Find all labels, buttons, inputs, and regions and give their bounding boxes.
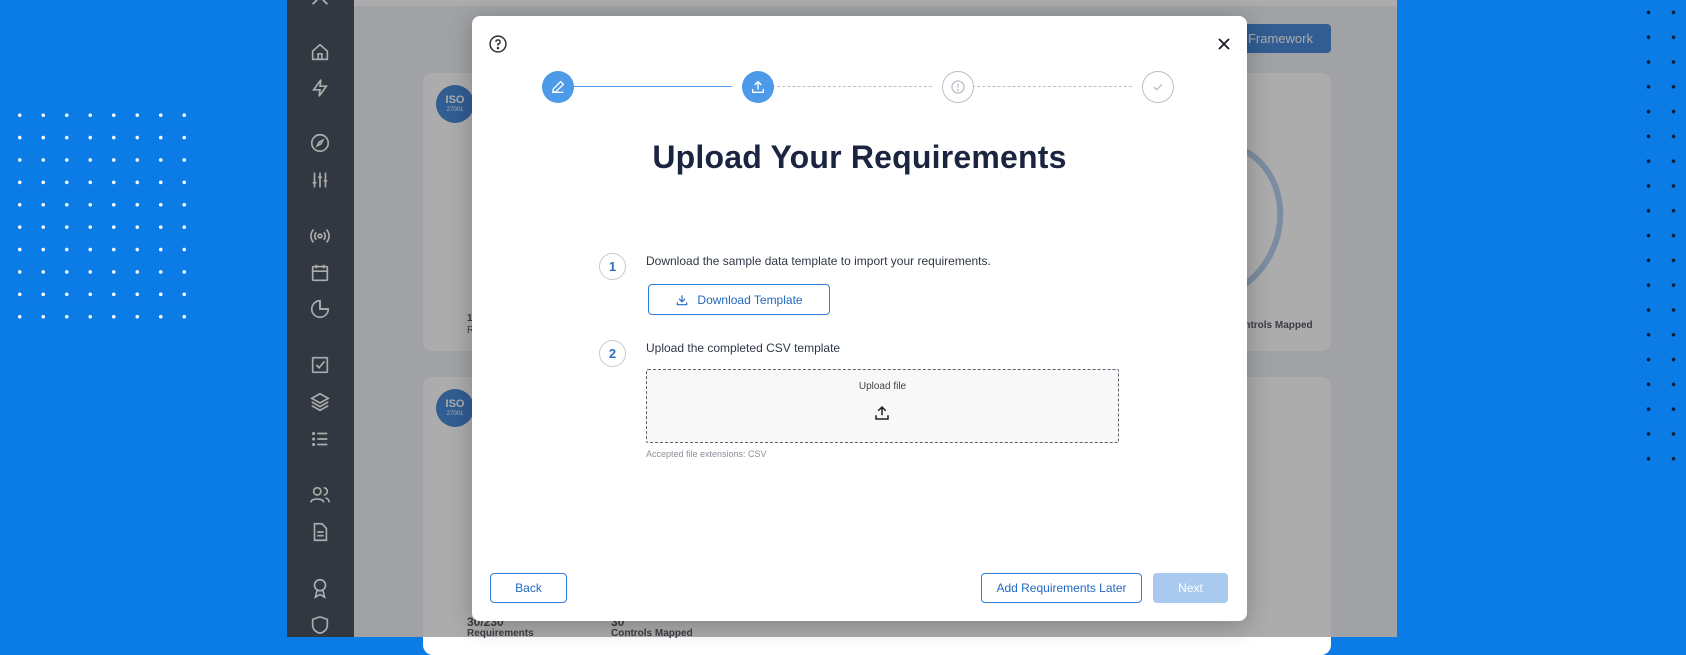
upload-file-label: Upload file <box>858 381 907 392</box>
step-number-2: 2 <box>599 340 626 367</box>
stepper-line-completed <box>562 86 732 87</box>
upload-requirements-modal: Upload Your Requirements 1 Download the … <box>472 16 1247 621</box>
download-instruction: Download the sample data template to imp… <box>646 254 991 268</box>
pencil-icon <box>551 80 565 94</box>
modal-title: Upload Your Requirements <box>652 139 1067 175</box>
help-icon[interactable] <box>488 34 508 54</box>
stepper-line-pending <box>762 86 932 87</box>
next-button[interactable]: Next <box>1153 573 1228 603</box>
add-requirements-later-button[interactable]: Add Requirements Later <box>981 573 1142 603</box>
step-edit <box>542 71 574 103</box>
back-label: Back <box>515 581 542 595</box>
step-complete <box>1142 71 1174 103</box>
download-icon <box>677 294 688 305</box>
download-template-label: Download Template <box>697 292 803 307</box>
download-template-button[interactable]: Download Template <box>648 284 830 315</box>
back-button[interactable]: Back <box>490 573 567 603</box>
close-icon[interactable] <box>1214 34 1234 54</box>
upload-icon <box>752 80 764 93</box>
step-number-1: 1 <box>599 253 626 280</box>
check-icon <box>1153 83 1163 91</box>
step-review <box>942 71 974 103</box>
decorative-dots-left <box>8 104 198 320</box>
accepted-extensions: Accepted file extensions: CSV <box>646 449 767 459</box>
next-label: Next <box>1178 581 1203 595</box>
step-upload <box>742 71 774 103</box>
upload-instruction: Upload the completed CSV template <box>646 341 841 355</box>
file-upload-dropzone[interactable]: Upload file <box>646 369 1119 443</box>
stepper-line-pending <box>962 86 1132 87</box>
add-requirements-later-label: Add Requirements Later <box>996 581 1127 595</box>
upload-icon <box>873 404 891 422</box>
decorative-dots-right <box>1636 0 1686 470</box>
alert-circle-icon <box>951 80 965 94</box>
